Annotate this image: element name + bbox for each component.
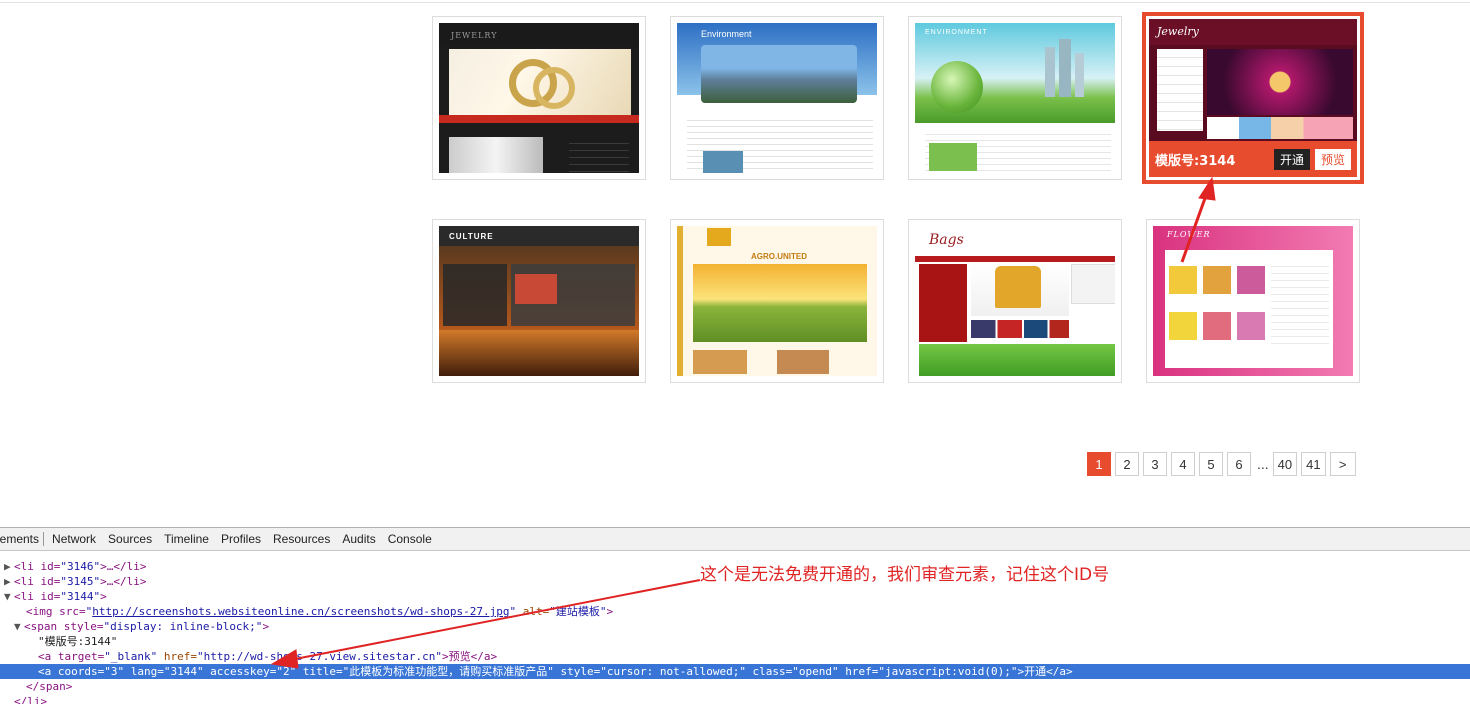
template-card-flower[interactable]: FLOWER [1146, 219, 1360, 383]
template-title: FLOWER [1167, 230, 1211, 239]
dom-line-text[interactable]: "模版号:3144" [0, 634, 1470, 649]
template-thumbnail: Environment [677, 23, 877, 173]
page-button-41[interactable]: 41 [1301, 452, 1326, 476]
template-card-agro-united[interactable]: AGRO.UNITED [670, 219, 884, 383]
preview-button[interactable]: 预览 [1314, 148, 1351, 170]
dom-line-span-close[interactable]: </span> [0, 679, 1470, 694]
page-button-1[interactable]: 1 [1087, 452, 1111, 476]
template-title: Bags [929, 232, 964, 248]
tab-resources[interactable]: Resources [269, 532, 334, 546]
template-title: ENVIRONMENT [925, 29, 988, 36]
template-thumbnail: FLOWER [1153, 226, 1353, 376]
template-overlay: 模版号:3144 开通 预览 [1149, 141, 1357, 177]
page: JEWELRY Environment ENVIRONMENT Jewelry … [0, 0, 1470, 704]
page-button-40[interactable]: 40 [1272, 452, 1298, 476]
page-button-5[interactable]: 5 [1199, 452, 1223, 476]
page-button-3[interactable]: 3 [1143, 452, 1167, 476]
tab-audits[interactable]: Audits [338, 532, 379, 546]
dom-line-li-close[interactable]: </li> [0, 694, 1470, 704]
top-divider [0, 2, 1470, 3]
expand-triangle-icon[interactable]: ▶ [4, 559, 14, 574]
collapse-triangle-icon[interactable]: ▼ [4, 589, 14, 604]
tab-timeline[interactable]: Timeline [160, 532, 213, 546]
page-button-2[interactable]: 2 [1115, 452, 1139, 476]
template-card-bags[interactable]: Bags [908, 219, 1122, 383]
tab-elements[interactable]: lements [0, 532, 45, 546]
template-title: AGRO.UNITED [751, 252, 807, 261]
tab-network[interactable]: Network [48, 532, 100, 546]
devtools-tab-bar: lements Network Sources Timeline Profile… [0, 528, 1470, 551]
template-card-jewelry[interactable]: JEWELRY [432, 16, 646, 180]
template-title: CULTURE [449, 232, 494, 241]
expand-triangle-icon[interactable]: ▶ [4, 574, 14, 589]
template-card-environment[interactable]: Environment [670, 16, 884, 180]
template-thumbnail: JEWELRY [439, 23, 639, 173]
next-page-button[interactable]: > [1329, 452, 1356, 476]
collapse-triangle-icon[interactable]: ▼ [14, 619, 24, 634]
template-card-jewelry-3144[interactable]: Jewelry 模版号:3144 开通 预览 [1142, 12, 1364, 184]
pagination: 1 2 3 4 5 6 ... 40 41 > [1087, 452, 1360, 476]
pagination-ellipsis: ... [1257, 456, 1269, 472]
dom-line-span[interactable]: ▼ <span style="display: inline-block;"> [0, 619, 1470, 634]
template-code-label: 模版号:3144 [1155, 153, 1236, 169]
template-card-environment-2[interactable]: ENVIRONMENT [908, 16, 1122, 180]
page-button-6[interactable]: 6 [1227, 452, 1251, 476]
template-title: Environment [701, 29, 752, 39]
template-title: Jewelry [1157, 25, 1199, 38]
annotation-text: 这个是无法免费开通的，我们审查元素，记住这个ID号 [700, 565, 1110, 585]
tab-sources[interactable]: Sources [104, 532, 156, 546]
template-thumbnail: AGRO.UNITED [677, 226, 877, 376]
img-src-link[interactable]: http://screenshots.websiteonline.cn/scre… [92, 605, 509, 618]
tab-profiles[interactable]: Profiles [217, 532, 265, 546]
dom-line-clipped [0, 551, 1470, 559]
template-thumbnail: CULTURE [439, 226, 639, 376]
template-card-culture[interactable]: CULTURE [432, 219, 646, 383]
tab-console[interactable]: Console [384, 532, 436, 546]
dom-line-li-3144[interactable]: ▼ <li id="3144"> [0, 589, 1470, 604]
open-button[interactable]: 开通 [1273, 148, 1310, 170]
devtools-panel: lements Network Sources Timeline Profile… [0, 527, 1470, 704]
dom-line-open-anchor-selected[interactable]: <a coords="3" lang="3144" accesskey="2" … [0, 664, 1470, 679]
dom-line-preview-anchor[interactable]: <a target="_blank" href="http://wd-shops… [0, 649, 1470, 664]
page-button-4[interactable]: 4 [1171, 452, 1195, 476]
template-thumbnail: ENVIRONMENT [915, 23, 1115, 173]
template-title: JEWELRY [451, 31, 498, 40]
template-thumbnail: Bags [915, 226, 1115, 376]
dom-line-img[interactable]: <img src="http://screenshots.websiteonli… [0, 604, 1470, 619]
template-thumbnail: Jewelry 模版号:3144 开通 预览 [1149, 19, 1357, 177]
